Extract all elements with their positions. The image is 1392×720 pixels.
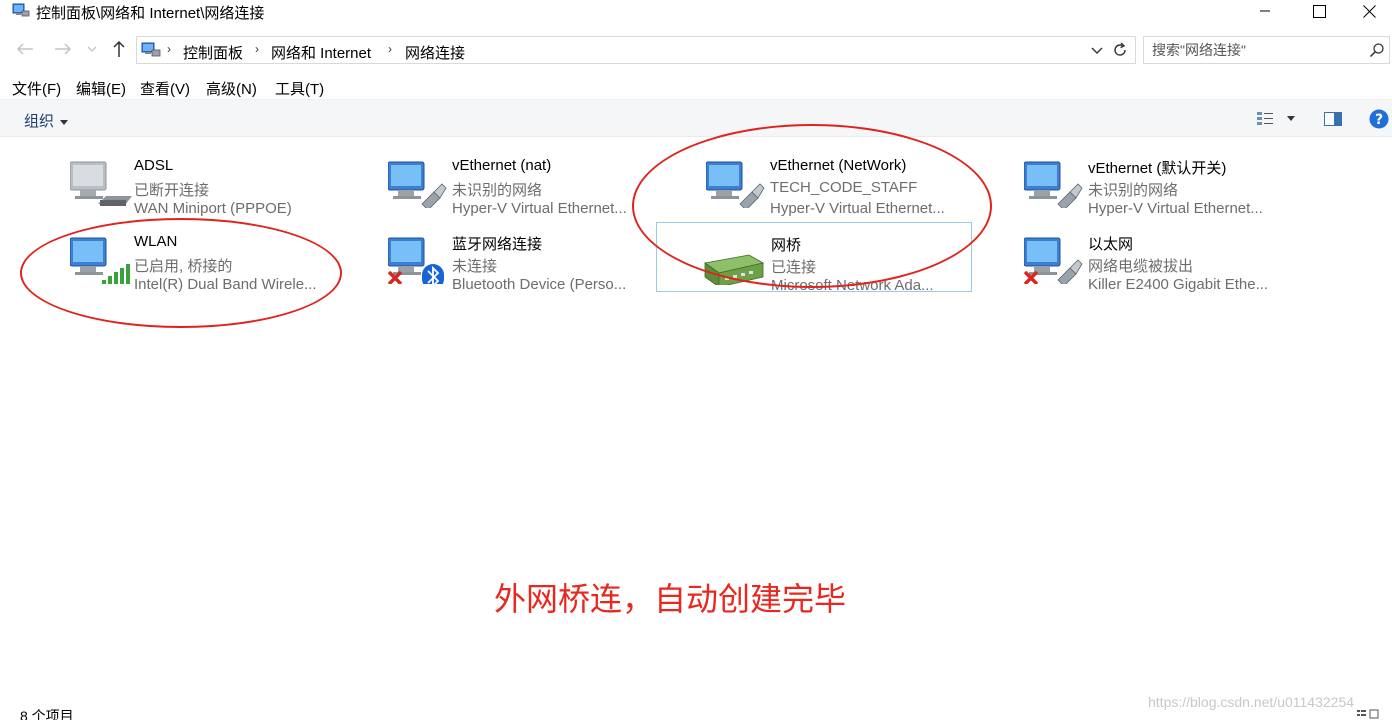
arrow-left-icon	[16, 43, 33, 55]
breadcrumb-separator-icon: ›	[167, 42, 171, 56]
network-bridge-icon	[703, 254, 765, 285]
connection-name: ADSL	[134, 157, 174, 174]
connection-name: 网桥	[771, 237, 802, 254]
navigation-bar: › 控制面板 › 网络和 Internet › 网络连接	[0, 34, 1392, 66]
help-button[interactable]: ?	[1368, 109, 1390, 129]
ethernet-icon	[1024, 161, 1083, 208]
search-input[interactable]	[1152, 41, 1352, 59]
minimize-button[interactable]	[1242, 0, 1288, 22]
menu-tools[interactable]: 工具(T)	[275, 78, 324, 99]
preview-pane-icon	[1324, 112, 1342, 126]
details-view-icon	[1257, 112, 1273, 125]
connection-status: 已断开连接	[134, 182, 210, 199]
title-bar: 控制面板\网络和 Internet\网络连接	[0, 0, 1392, 24]
ethernet-icon	[706, 161, 765, 208]
modem-icon	[70, 161, 132, 206]
breadcrumb-network-connections[interactable]: 网络连接	[405, 42, 465, 63]
connection-item-adsl[interactable]: ADSL 已断开连接 WAN Miniport (PPPOE)	[56, 146, 372, 217]
wifi-signal-icon	[70, 237, 130, 284]
connection-status: 未连接	[452, 258, 498, 275]
connection-item-ethernet[interactable]: 以太网 网络电缆被拔出 Killer E2400 Gigabit Ethe...	[1010, 222, 1326, 293]
change-view-button[interactable]	[1254, 109, 1276, 129]
menu-advanced[interactable]: 高级(N)	[206, 78, 257, 99]
caret-down-icon	[1287, 116, 1295, 121]
connection-device: Hyper-V Virtual Ethernet...	[452, 200, 627, 217]
window-title: 控制面板\网络和 Internet\网络连接	[36, 5, 265, 22]
network-connections-icon	[12, 3, 30, 17]
breadcrumb-separator-icon: ›	[255, 42, 259, 56]
connection-name: vEthernet (nat)	[452, 157, 552, 174]
connection-status: 网络电缆被拔出	[1088, 258, 1194, 275]
breadcrumb-network-internet[interactable]: 网络和 Internet	[271, 42, 371, 63]
connection-item-vethernet-default[interactable]: vEthernet (默认开关) 未识别的网络 Hyper-V Virtual …	[1010, 146, 1326, 217]
connection-device: Intel(R) Dual Band Wirele...	[134, 276, 317, 293]
minimize-icon	[1260, 10, 1270, 12]
breadcrumb-control-panel[interactable]: 控制面板	[183, 42, 243, 63]
connection-device: Hyper-V Virtual Ethernet...	[770, 200, 945, 217]
connection-device: Bluetooth Device (Perso...	[452, 276, 627, 293]
forward-button[interactable]	[52, 38, 74, 60]
menu-file[interactable]: 文件(F)	[12, 78, 61, 99]
connection-item-vethernet-nat[interactable]: vEthernet (nat) 未识别的网络 Hyper-V Virtual E…	[374, 146, 690, 217]
connection-name: 蓝牙网络连接	[452, 236, 543, 253]
connection-device: Killer E2400 Gigabit Ethe...	[1088, 276, 1269, 293]
organize-label: 组织	[24, 113, 55, 130]
item-count: 8 个项目	[20, 708, 74, 720]
search-box[interactable]	[1143, 36, 1390, 64]
search-icon	[1369, 43, 1384, 58]
network-connections-icon	[141, 42, 161, 57]
connection-device: WAN Miniport (PPPOE)	[134, 200, 292, 217]
connection-status: 未识别的网络	[452, 182, 543, 199]
connection-name: 以太网	[1088, 236, 1134, 253]
address-bar[interactable]: › 控制面板 › 网络和 Internet › 网络连接	[136, 36, 1136, 64]
connection-item-vethernet-network[interactable]: vEthernet (NetWork) TECH_CODE_STAFF Hype…	[692, 146, 1008, 217]
connection-name: vEthernet (默认开关)	[1088, 160, 1227, 177]
connection-name: vEthernet (NetWork)	[770, 157, 907, 174]
close-icon	[1362, 4, 1376, 18]
back-button[interactable]	[14, 38, 36, 60]
chevron-down-icon	[87, 46, 97, 52]
connection-device: Microsoft Network Ada...	[771, 277, 934, 294]
chevron-down-icon[interactable]	[1089, 42, 1105, 58]
connection-name: WLAN	[134, 233, 178, 250]
svg-text:?: ?	[1375, 112, 1383, 128]
connection-device: Hyper-V Virtual Ethernet...	[1088, 200, 1263, 217]
breadcrumb-separator-icon: ›	[388, 42, 392, 56]
ethernet-icon	[1024, 237, 1083, 284]
connection-status: TECH_CODE_STAFF	[770, 179, 918, 196]
maximize-button[interactable]	[1296, 0, 1342, 22]
organize-button[interactable]: 组织	[24, 110, 69, 131]
arrow-right-icon	[55, 43, 72, 55]
connection-status: 已连接	[771, 259, 817, 276]
bluetooth-icon	[388, 237, 444, 284]
connection-item-bluetooth[interactable]: 蓝牙网络连接 未连接 Bluetooth Device (Perso...	[374, 222, 690, 293]
annotation-text: 外网桥连，自动创建完毕	[494, 580, 847, 618]
refresh-icon[interactable]	[1111, 41, 1129, 59]
connection-status: 未识别的网络	[1088, 182, 1179, 199]
maximize-icon	[1312, 4, 1326, 18]
menu-edit[interactable]: 编辑(E)	[76, 78, 126, 99]
details-view-icon[interactable]	[1356, 708, 1380, 720]
recent-locations-button[interactable]	[84, 38, 100, 60]
menu-bar: 文件(F) 编辑(E) 查看(V) 高级(N) 工具(T)	[0, 76, 1392, 98]
help-icon: ?	[1369, 109, 1389, 129]
ethernet-icon	[388, 161, 447, 208]
status-bar: 8 个项目	[0, 704, 1392, 720]
command-bar: 组织 ?	[0, 99, 1392, 137]
connection-item-wlan[interactable]: WLAN 已启用, 桥接的 Intel(R) Dual Band Wirele.…	[56, 222, 372, 293]
view-options-button[interactable]	[1284, 109, 1298, 129]
connection-status: 已启用, 桥接的	[134, 258, 233, 275]
arrow-up-icon	[113, 40, 125, 57]
caret-down-icon	[60, 119, 69, 125]
preview-pane-button[interactable]	[1322, 109, 1344, 129]
close-button[interactable]	[1346, 0, 1392, 22]
connection-item-network-bridge[interactable]: 网桥 已连接 Microsoft Network Ada...	[656, 222, 972, 294]
up-button[interactable]	[108, 38, 130, 60]
menu-view[interactable]: 查看(V)	[140, 78, 190, 99]
